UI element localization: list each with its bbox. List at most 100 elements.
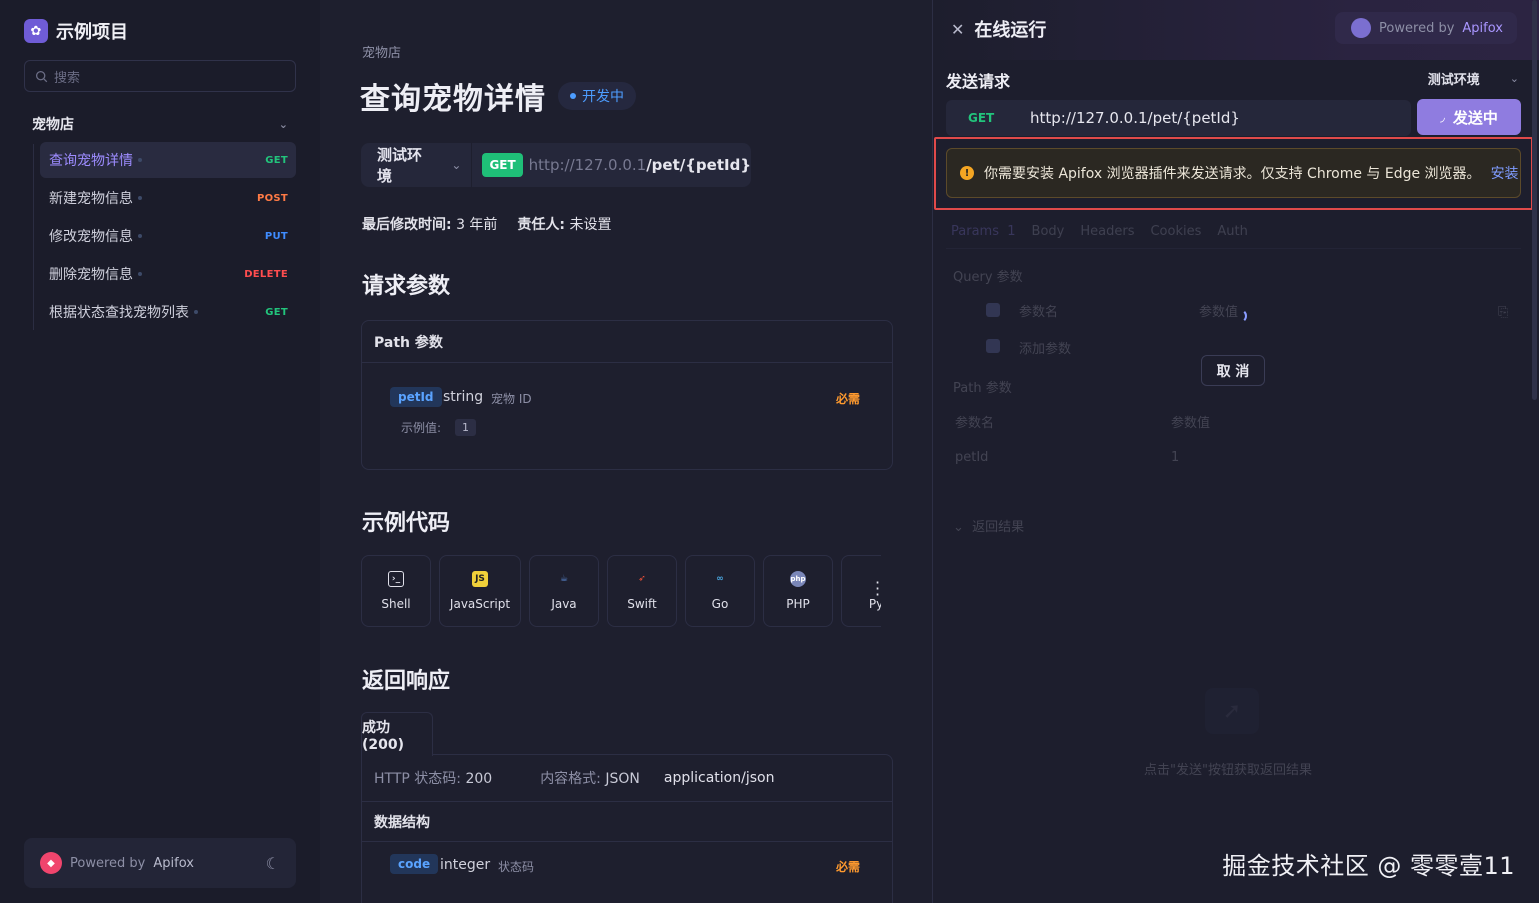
send-button[interactable]: ◞ 发送中 [1417, 99, 1521, 135]
tree-guide-line [33, 144, 34, 330]
section-sample-code: 示例代码 [362, 511, 451, 536]
section-response: 返回响应 [362, 669, 451, 694]
project-name: 示例项目 [56, 22, 128, 43]
send-request-title: 发送请求 [946, 72, 1011, 91]
go-icon: ∞ [716, 574, 724, 584]
tab-auth[interactable]: Auth [1217, 224, 1247, 239]
lang-go[interactable]: ∞ Go [685, 555, 755, 627]
close-icon[interactable]: ✕ [951, 20, 964, 39]
scrollbar[interactable] [1532, 0, 1537, 400]
path-name-col: 参数名 [955, 416, 995, 431]
add-param-input[interactable]: 添加参数 [1019, 338, 1071, 357]
sidebar-item-find-by-status[interactable]: 根据状态查找宠物列表 GET [40, 294, 296, 330]
response-field-row: code integer 状态码 必需 [362, 842, 892, 903]
url-path: /pet/{petId} [646, 156, 751, 174]
modified-label: 最后修改时间: [362, 217, 452, 233]
checkbox[interactable] [986, 339, 1000, 353]
param-type: string [443, 389, 484, 405]
language-tabs: ›_ Shell JS JavaScript ☕ Java ➶ Swift ∞ … [361, 555, 881, 627]
lang-label: Swift [627, 597, 657, 611]
watermark: 掘金技术社区 @ 零零壹11 [1222, 852, 1515, 880]
lang-label: JavaScript [449, 597, 511, 611]
owner-label: 责任人: [517, 217, 566, 233]
lang-javascript[interactable]: JS JavaScript [439, 555, 521, 627]
field-required: 必需 [835, 860, 860, 874]
lang-label: Shell [381, 597, 411, 611]
env-select[interactable]: 测试环境 ⌄ [1428, 69, 1519, 88]
lang-java[interactable]: ☕ Java [529, 555, 599, 627]
param-row: petId string 宠物 ID 必需 示例值: 1 [362, 363, 892, 469]
method-label[interactable]: GET [946, 111, 1030, 125]
folder-pet-store[interactable]: 宠物店 ⌄ [32, 114, 288, 134]
param-name-col: 参数名 [1019, 305, 1059, 320]
tab-headers[interactable]: Headers [1080, 224, 1134, 239]
page-title: 查询宠物详情 [360, 82, 546, 117]
method-tag: GET [482, 153, 523, 177]
url-value[interactable]: http://127.0.0.1/pet/{petId} [1030, 109, 1240, 127]
sidebar-item-get-pet[interactable]: 查询宠物详情 GET [40, 142, 296, 178]
online-run-panel: ✕ 在线运行 Powered by Apifox 发送请求 测试环境 ⌄ GET… [932, 0, 1539, 903]
java-icon: ☕ [559, 574, 569, 584]
tab-body[interactable]: Body [1032, 224, 1065, 239]
sidebar-item-label: 新建宠物信息 [49, 191, 133, 207]
cancel-button[interactable]: 取 消 [1201, 355, 1265, 386]
sidebar-item-label: 删除宠物信息 [49, 267, 133, 283]
chevron-down-icon[interactable]: ⌄ [279, 118, 288, 131]
param-name: petId [390, 387, 442, 407]
search-icon [35, 70, 48, 82]
powered-by-footer[interactable]: ◆ Powered by Apifox ☾ [24, 838, 296, 888]
status-dot-icon [570, 93, 576, 99]
chevron-down-icon[interactable]: ⌄ [451, 158, 461, 172]
checkbox[interactable] [986, 303, 1000, 317]
result-section[interactable]: ⌄ 返回结果 [953, 516, 1024, 535]
sidebar-item-delete-pet[interactable]: 删除宠物信息 DELETE [40, 256, 296, 292]
spinner-icon: ◞ [1440, 110, 1445, 124]
response-meta: HTTP 状态码: 200 内容格式: JSON application/jso… [362, 755, 892, 802]
install-link[interactable]: 安装 [1491, 163, 1519, 183]
query-params-title: Query 参数 [953, 270, 1023, 285]
method-badge: POST [256, 192, 288, 204]
warning-text: 你需要安装 Apifox 浏览器插件来发送请求。仅支持 Chrome 与 Edg… [984, 166, 1481, 182]
bulk-edit-icon[interactable]: ⎘ [1498, 305, 1508, 320]
tab-params[interactable]: Params 1 [951, 224, 1016, 239]
apifox-logo-icon: ◆ [40, 852, 62, 874]
sidebar-item-create-pet[interactable]: 新建宠物信息 POST [40, 180, 296, 216]
moon-icon[interactable]: ☾ [266, 854, 280, 873]
content-type: application/json [663, 770, 775, 786]
loading-spinner-icon [1233, 309, 1247, 323]
powered-by-badge[interactable]: Powered by Apifox [1335, 12, 1517, 44]
swift-icon: ➶ [638, 574, 646, 584]
api-doc-content: 宠物店 查询宠物详情 开发中 测试环境 ⌄ GET http://127.0.0… [320, 0, 932, 903]
field-desc: 状态码 [498, 860, 535, 874]
sidebar: ✿ 示例项目 搜索 宠物店 ⌄ 查询宠物详情 GET 新建宠物信息 POST 修… [0, 0, 320, 903]
field-name: code [390, 854, 439, 874]
result-title: 返回结果 [972, 520, 1025, 535]
more-languages-icon[interactable]: · · · [875, 575, 880, 603]
tab-response-200[interactable]: 成功(200) [361, 712, 433, 756]
path-param-name: petId [955, 450, 989, 465]
tab-cookies[interactable]: Cookies [1150, 224, 1201, 239]
example-value: 1 [455, 419, 477, 436]
env-select[interactable]: 测试环境 [377, 144, 435, 186]
path-param-value[interactable]: 1 [1171, 450, 1179, 465]
method-badge: GET [265, 306, 288, 318]
lang-label: Java [551, 597, 577, 611]
sidebar-item-update-pet[interactable]: 修改宠物信息 PUT [40, 218, 296, 254]
method-badge: PUT [264, 230, 288, 242]
panel-title: 在线运行 [974, 20, 1047, 41]
env-label: 测试环境 [1427, 73, 1480, 88]
chevron-down-icon: ⌄ [1509, 72, 1519, 85]
http-status-value: 200 [465, 771, 493, 787]
folder-label: 宠物店 [32, 117, 74, 133]
breadcrumb[interactable]: 宠物店 [362, 42, 401, 61]
endpoint-bar: 测试环境 ⌄ GET http://127.0.0.1/pet/{petId} [361, 143, 751, 187]
lang-php[interactable]: php PHP [763, 555, 833, 627]
sidebar-item-label: 修改宠物信息 [49, 229, 133, 245]
request-url-input[interactable]: GET http://127.0.0.1/pet/{petId} [946, 100, 1411, 136]
http-status-label: HTTP 状态码: [374, 771, 461, 787]
lang-swift[interactable]: ➶ Swift [607, 555, 677, 627]
project-header[interactable]: ✿ 示例项目 [24, 18, 128, 44]
lang-shell[interactable]: ›_ Shell [361, 555, 431, 627]
param-example: 示例值: 1 [401, 419, 477, 436]
search-input[interactable]: 搜索 [24, 60, 296, 92]
